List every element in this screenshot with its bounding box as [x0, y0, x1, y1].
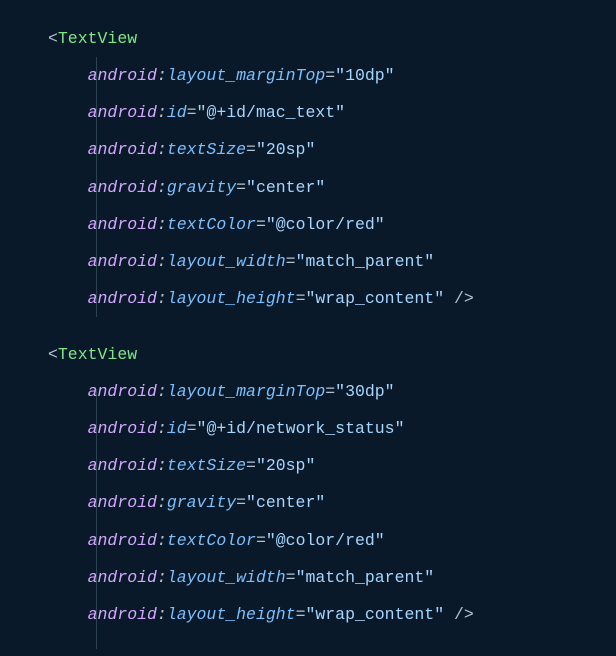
code-line: android:textSize="20sp" — [48, 131, 616, 168]
code-line: android:layout_width="match_parent" — [48, 243, 616, 280]
colon: : — [157, 531, 167, 550]
colon: : — [157, 103, 167, 122]
xml-namespace: android — [88, 493, 157, 512]
equals: = — [286, 252, 296, 271]
code-line: android:layout_marginTop="30dp" — [48, 373, 616, 410]
xml-string: "wrap_content" — [305, 289, 444, 308]
xml-attribute: id — [167, 419, 187, 438]
code-editor: <TextView android:layout_marginTop="10dp… — [48, 20, 616, 633]
colon: : — [157, 382, 167, 401]
xml-namespace: android — [88, 382, 157, 401]
xml-attribute: id — [167, 103, 187, 122]
code-line: android:gravity="center" — [48, 484, 616, 521]
equals: = — [256, 215, 266, 234]
xml-string: "30dp" — [335, 382, 394, 401]
code-line: android:gravity="center" — [48, 169, 616, 206]
xml-namespace: android — [88, 568, 157, 587]
code-line: android:textSize="20sp" — [48, 447, 616, 484]
xml-namespace: android — [88, 531, 157, 550]
xml-namespace: android — [88, 605, 157, 624]
xml-tag: TextView — [58, 29, 137, 48]
xml-attribute: textColor — [167, 531, 256, 550]
code-line: android:textColor="@color/red" — [48, 206, 616, 243]
tag-close: /> — [444, 289, 474, 308]
equals: = — [236, 178, 246, 197]
xml-string: "center" — [246, 178, 325, 197]
equals: = — [256, 531, 266, 550]
colon: : — [157, 252, 167, 271]
xml-attribute: layout_marginTop — [167, 382, 325, 401]
xml-string: "20sp" — [256, 140, 315, 159]
xml-string: "@+id/mac_text" — [197, 103, 346, 122]
code-line: android:id="@+id/network_status" — [48, 410, 616, 447]
punctuation: < — [48, 29, 58, 48]
colon: : — [157, 178, 167, 197]
xml-attribute: textSize — [167, 456, 246, 475]
xml-attribute: layout_height — [167, 605, 296, 624]
xml-namespace: android — [88, 178, 157, 197]
equals: = — [236, 493, 246, 512]
xml-string: "center" — [246, 493, 325, 512]
xml-string: "@color/red" — [266, 215, 385, 234]
xml-namespace: android — [88, 215, 157, 234]
xml-namespace: android — [88, 252, 157, 271]
xml-string: "@+id/network_status" — [197, 419, 405, 438]
xml-attribute: layout_marginTop — [167, 66, 325, 85]
equals: = — [187, 103, 197, 122]
xml-namespace: android — [88, 140, 157, 159]
xml-namespace: android — [88, 66, 157, 85]
xml-string: "@color/red" — [266, 531, 385, 550]
code-line: android:id="@+id/mac_text" — [48, 94, 616, 131]
xml-namespace: android — [88, 103, 157, 122]
equals: = — [325, 66, 335, 85]
xml-tag: TextView — [58, 345, 137, 364]
equals: = — [286, 568, 296, 587]
equals: = — [246, 456, 256, 475]
xml-attribute: gravity — [167, 178, 236, 197]
xml-namespace: android — [88, 419, 157, 438]
code-line: android:layout_height="wrap_content" /> — [48, 280, 616, 317]
xml-string: "20sp" — [256, 456, 315, 475]
colon: : — [157, 568, 167, 587]
colon: : — [157, 289, 167, 308]
xml-attribute: gravity — [167, 493, 236, 512]
code-line: android:layout_width="match_parent" — [48, 559, 616, 596]
punctuation: < — [48, 345, 58, 364]
colon: : — [157, 456, 167, 475]
xml-string: "wrap_content" — [305, 605, 444, 624]
xml-string: "match_parent" — [296, 252, 435, 271]
xml-attribute: textColor — [167, 215, 256, 234]
blank-line — [48, 317, 616, 336]
colon: : — [157, 215, 167, 234]
xml-string: "10dp" — [335, 66, 394, 85]
xml-attribute: layout_width — [167, 252, 286, 271]
colon: : — [157, 493, 167, 512]
equals: = — [296, 289, 306, 308]
equals: = — [296, 605, 306, 624]
code-line: android:textColor="@color/red" — [48, 522, 616, 559]
colon: : — [157, 419, 167, 438]
colon: : — [157, 605, 167, 624]
xml-attribute: layout_width — [167, 568, 286, 587]
equals: = — [246, 140, 256, 159]
xml-namespace: android — [88, 289, 157, 308]
equals: = — [325, 382, 335, 401]
xml-attribute: layout_height — [167, 289, 296, 308]
tag-close: /> — [444, 605, 474, 624]
xml-attribute: textSize — [167, 140, 246, 159]
colon: : — [157, 66, 167, 85]
code-line: <TextView — [48, 20, 616, 57]
xml-namespace: android — [88, 456, 157, 475]
code-line: <TextView — [48, 336, 616, 373]
code-line: android:layout_height="wrap_content" /> — [48, 596, 616, 633]
code-line: android:layout_marginTop="10dp" — [48, 57, 616, 94]
colon: : — [157, 140, 167, 159]
xml-string: "match_parent" — [296, 568, 435, 587]
equals: = — [187, 419, 197, 438]
